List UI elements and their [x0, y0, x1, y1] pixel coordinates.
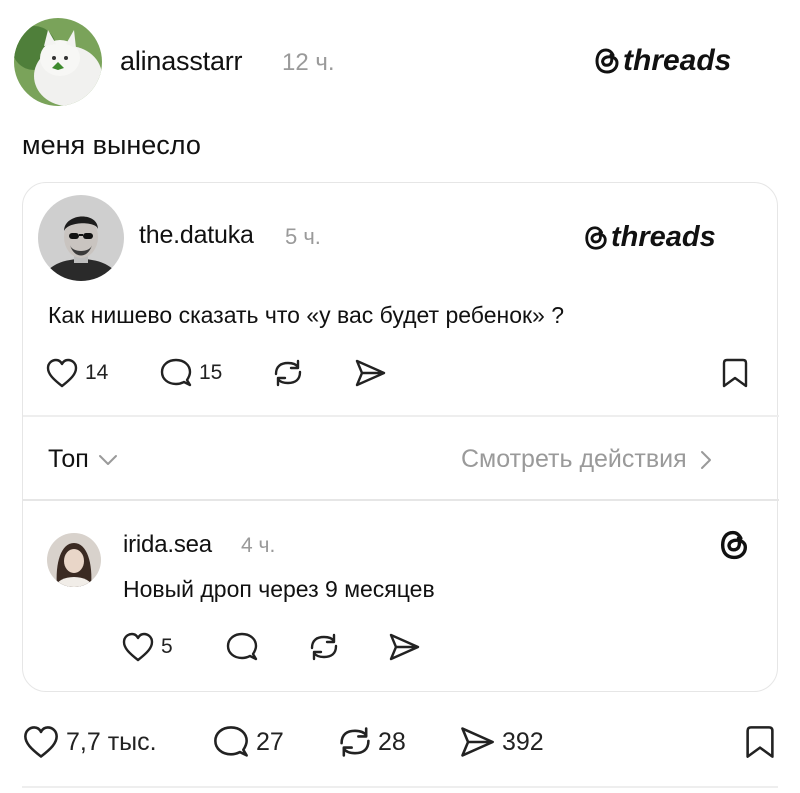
reply-text: Новый дроп через 9 месяцев [123, 576, 435, 602]
share-count: 392 [502, 727, 544, 756]
reply-button[interactable]: 27 [212, 724, 284, 760]
bottom-divider [22, 786, 778, 788]
like-count: 7,7 тыс. [66, 727, 157, 756]
quoted-like-button[interactable]: 14 [45, 357, 108, 389]
quoted-reply-button[interactable]: 15 [159, 357, 222, 389]
reply-like-count: 5 [161, 635, 173, 658]
view-activity-label: Смотреть действия [461, 445, 687, 473]
repost-icon [274, 359, 302, 387]
quoted-time: 5 ч. [285, 224, 321, 249]
quoted-author-avatar[interactable] [38, 195, 124, 281]
repost-button[interactable]: 28 [336, 724, 406, 760]
threads-wordmark: threads [623, 44, 732, 77]
send-icon [389, 633, 420, 661]
card-divider-top [23, 415, 779, 417]
reply-repost-button[interactable] [307, 631, 341, 663]
quoted-share-button[interactable] [353, 357, 387, 389]
reply-threads-icon [718, 528, 750, 567]
bookmark-icon [746, 726, 774, 758]
threads-icon [595, 48, 619, 74]
comment-icon [226, 632, 258, 661]
comment-icon [160, 358, 192, 387]
reply-share-button[interactable] [387, 631, 421, 663]
sort-dropdown[interactable]: Топ [48, 445, 119, 474]
share-button[interactable]: 392 [458, 724, 544, 760]
bookmark-icon [722, 358, 748, 388]
repost-icon [340, 727, 370, 757]
threads-logo: threads [593, 44, 731, 78]
send-icon [461, 727, 494, 757]
heart-icon [24, 726, 58, 758]
threads-wordmark: threads [611, 221, 716, 253]
quoted-text: Как нишево сказать что «у вас будет ребе… [48, 302, 565, 328]
reply-username[interactable]: irida.sea [123, 531, 212, 559]
quoted-repost-button[interactable] [271, 357, 305, 389]
post-text: меня вынесло [22, 130, 201, 160]
reply-time: 4 ч. [241, 534, 276, 557]
send-icon [355, 359, 386, 387]
repost-count: 28 [378, 727, 406, 756]
heart-icon [46, 358, 78, 388]
repost-icon [310, 633, 338, 661]
card-divider-bottom [23, 499, 779, 501]
quoted-username[interactable]: the.datuka [139, 221, 254, 250]
threads-icon [585, 225, 607, 250]
like-button[interactable]: 7,7 тыс. [22, 724, 157, 760]
heart-icon [122, 632, 154, 662]
reply-reply-button[interactable] [225, 631, 259, 663]
author-avatar[interactable] [14, 18, 102, 106]
sort-label: Топ [48, 445, 89, 473]
view-activity-link[interactable]: Смотреть действия [461, 445, 713, 474]
quoted-save-button[interactable] [721, 357, 749, 389]
quoted-reply-count: 15 [199, 361, 223, 384]
quoted-threads-logo: threads [583, 221, 716, 254]
chevron-down-icon [98, 454, 117, 465]
chevron-right-icon [700, 450, 711, 469]
quoted-like-count: 14 [85, 361, 109, 384]
reply-author-avatar[interactable] [47, 533, 101, 587]
reply-count: 27 [256, 727, 284, 756]
author-username[interactable]: alinasstarr [120, 46, 243, 77]
quoted-post-card[interactable]: the.datuka 5 ч. threads Как нишево сказа… [22, 182, 779, 692]
comment-icon [214, 726, 248, 757]
post-time: 12 ч. [282, 49, 335, 76]
reply-like-button[interactable]: 5 [121, 631, 173, 663]
save-button[interactable] [744, 724, 776, 760]
